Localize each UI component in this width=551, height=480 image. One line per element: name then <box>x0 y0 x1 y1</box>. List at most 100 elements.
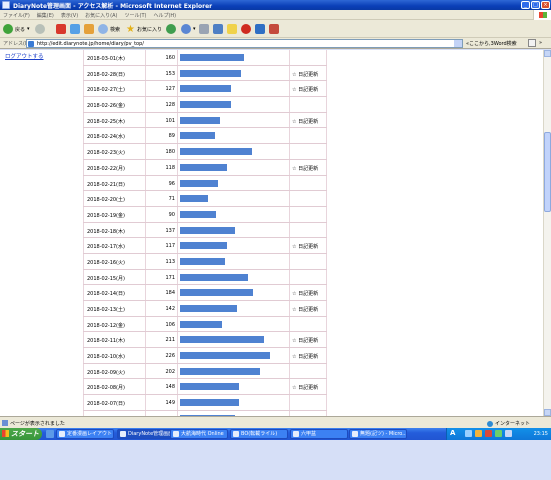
table-row: 2018-02-13(土) 142 ☆ 日記更新 <box>83 301 327 317</box>
taskbar-button[interactable]: 六甲盆 <box>290 429 348 439</box>
edit-button[interactable] <box>213 23 223 35</box>
taskbar: スタート 定番漫画レイアウト 実 DiaryNote管理画面 大航海時代 Onlin… <box>0 428 551 440</box>
close-icon[interactable]: × <box>541 1 550 9</box>
table-row: 2018-02-16(火) 113 <box>83 254 327 270</box>
menu-view[interactable]: 表示(V) <box>61 12 78 19</box>
diary-update-label: ☆ 日記更新 <box>292 118 319 125</box>
menu-edit[interactable]: 編集(E) <box>37 12 54 19</box>
row-date: 2018-02-25(木) <box>87 118 125 125</box>
forward-button[interactable] <box>35 23 45 35</box>
pv-bar <box>180 336 264 344</box>
taskbar-button-label: 定番漫画レイアウト 実 <box>67 431 114 437</box>
address-field[interactable]: http://edit.diarynote.jp/home/diary/pv_t… <box>26 39 463 48</box>
row-date: 2018-02-12(金) <box>87 322 125 329</box>
home-button[interactable] <box>84 23 94 35</box>
refresh-button[interactable] <box>70 23 80 35</box>
mail-button[interactable]: ▾ <box>181 23 196 35</box>
scroll-up-icon[interactable] <box>544 50 551 57</box>
discuss-icon <box>227 24 237 34</box>
links-chevron[interactable]: » <box>539 40 542 46</box>
address-url: http://edit.diarynote.jp/home/diary/pv_t… <box>37 41 144 47</box>
table-row: 2018-02-20(土) 71 <box>83 191 327 207</box>
minimize-icon[interactable]: _ <box>521 1 530 9</box>
pv-bar <box>180 242 227 250</box>
favorites-button[interactable]: ★ お気に入り <box>126 23 162 35</box>
search-go-icon[interactable] <box>528 39 536 47</box>
row-pv: 171 <box>165 274 175 281</box>
back-button[interactable]: 戻る ▾ <box>3 23 30 35</box>
address-dropdown-icon[interactable] <box>454 40 462 47</box>
window-controls: _ □ × <box>521 1 550 9</box>
menu-tools[interactable]: ツール(T) <box>125 12 147 19</box>
system-tray: A 23:15 <box>446 428 551 440</box>
row-date: 2018-02-23(火) <box>87 150 125 157</box>
diary-update-label: ☆ 日記更新 <box>292 244 319 251</box>
table-row: 2018-02-25(木) 101 ☆ 日記更新 <box>83 113 327 129</box>
taskbar-button[interactable]: 大航海時代 Online <box>170 429 228 439</box>
security-zone: インターネット <box>487 420 530 427</box>
tray-icon[interactable] <box>485 430 492 437</box>
row-pv: 153 <box>165 70 175 77</box>
table-row: 2018-03-01(木) 160 <box>83 50 327 66</box>
table-row: 2018-02-27(土) 127 ☆ 日記更新 <box>83 81 327 98</box>
status-text: ページが表示されました <box>10 421 65 427</box>
pv-bar <box>180 273 248 281</box>
volume-icon[interactable] <box>505 430 512 437</box>
row-date: 2018-02-26(金) <box>87 103 125 110</box>
row-date: 2018-02-13(土) <box>87 307 125 313</box>
app-icon <box>120 431 126 437</box>
search-icon <box>98 24 108 34</box>
row-pv: 137 <box>165 227 175 234</box>
logout-link[interactable]: ログアウトする <box>5 52 44 60</box>
taskbar-button[interactable]: DiaryNote管理画面 <box>117 429 175 439</box>
menu-file[interactable]: ファイル(F) <box>3 12 30 19</box>
block-button[interactable] <box>241 23 251 35</box>
tray-icon[interactable] <box>495 430 502 437</box>
menu-help[interactable]: ヘルプ(H) <box>153 12 176 19</box>
app-icon <box>352 431 358 437</box>
app-icon <box>173 431 179 437</box>
research-button[interactable] <box>269 23 279 35</box>
row-pv: 128 <box>165 102 175 109</box>
row-date: 2018-02-24(水) <box>87 134 125 141</box>
status-bar: ページが表示されました インターネット <box>0 416 551 428</box>
history-button[interactable] <box>166 23 176 35</box>
row-pv: 96 <box>168 180 175 187</box>
pv-bar <box>180 85 231 93</box>
sidebar: ログアウトする <box>0 50 80 416</box>
maximize-icon[interactable]: □ <box>531 1 540 9</box>
row-pv: 89 <box>168 133 175 140</box>
pv-bar <box>180 226 235 234</box>
scroll-down-icon[interactable] <box>544 409 551 416</box>
toolbar-search-text[interactable]: «ここから,3Word検索 <box>466 40 517 47</box>
search-button[interactable]: 検索 <box>98 23 120 35</box>
scroll-thumb[interactable] <box>544 132 551 212</box>
print-button[interactable] <box>199 23 209 35</box>
discuss-button[interactable] <box>227 23 237 35</box>
taskbar-button[interactable]: 無題(記ツ) - Micro... <box>349 429 407 439</box>
stop-button[interactable] <box>56 23 66 35</box>
app-icon <box>293 431 299 437</box>
row-pv: 118 <box>165 164 175 171</box>
row-date: 2018-02-08(月) <box>87 385 125 392</box>
tray-icon[interactable] <box>465 430 472 437</box>
table-row: 2018-02-08(月) 148 ☆ 日記更新 <box>83 379 327 396</box>
table-row: 2018-02-18(木) 137 <box>83 223 327 239</box>
messenger-button[interactable] <box>255 23 265 35</box>
taskbar-button[interactable]: BO(転載ライル) <box>230 429 288 439</box>
taskbar-button-label: 無題(記ツ) - Micro... <box>360 431 407 437</box>
title-bar: DiaryNote管理画面 - アクセス解析 - Microsoft Inter… <box>0 0 551 10</box>
ime-indicator[interactable]: A <box>450 429 455 437</box>
taskbar-button[interactable]: 定番漫画レイアウト 実 <box>56 429 114 439</box>
start-button[interactable]: スタート <box>0 428 42 440</box>
table-row: 2018-02-14(日) 184 ☆ 日記更新 <box>83 285 327 301</box>
row-date: 2018-02-07(日) <box>87 401 125 408</box>
ie-launch-icon[interactable] <box>46 430 54 438</box>
diary-update-label: ☆ 日記更新 <box>292 71 319 78</box>
vertical-scrollbar[interactable] <box>543 50 551 416</box>
menu-favorites[interactable]: お気に入り(A) <box>85 12 117 19</box>
row-date: 2018-02-10(水) <box>87 354 125 361</box>
print-icon <box>199 24 209 34</box>
tray-icon[interactable] <box>475 430 482 437</box>
pv-bar <box>180 210 216 218</box>
